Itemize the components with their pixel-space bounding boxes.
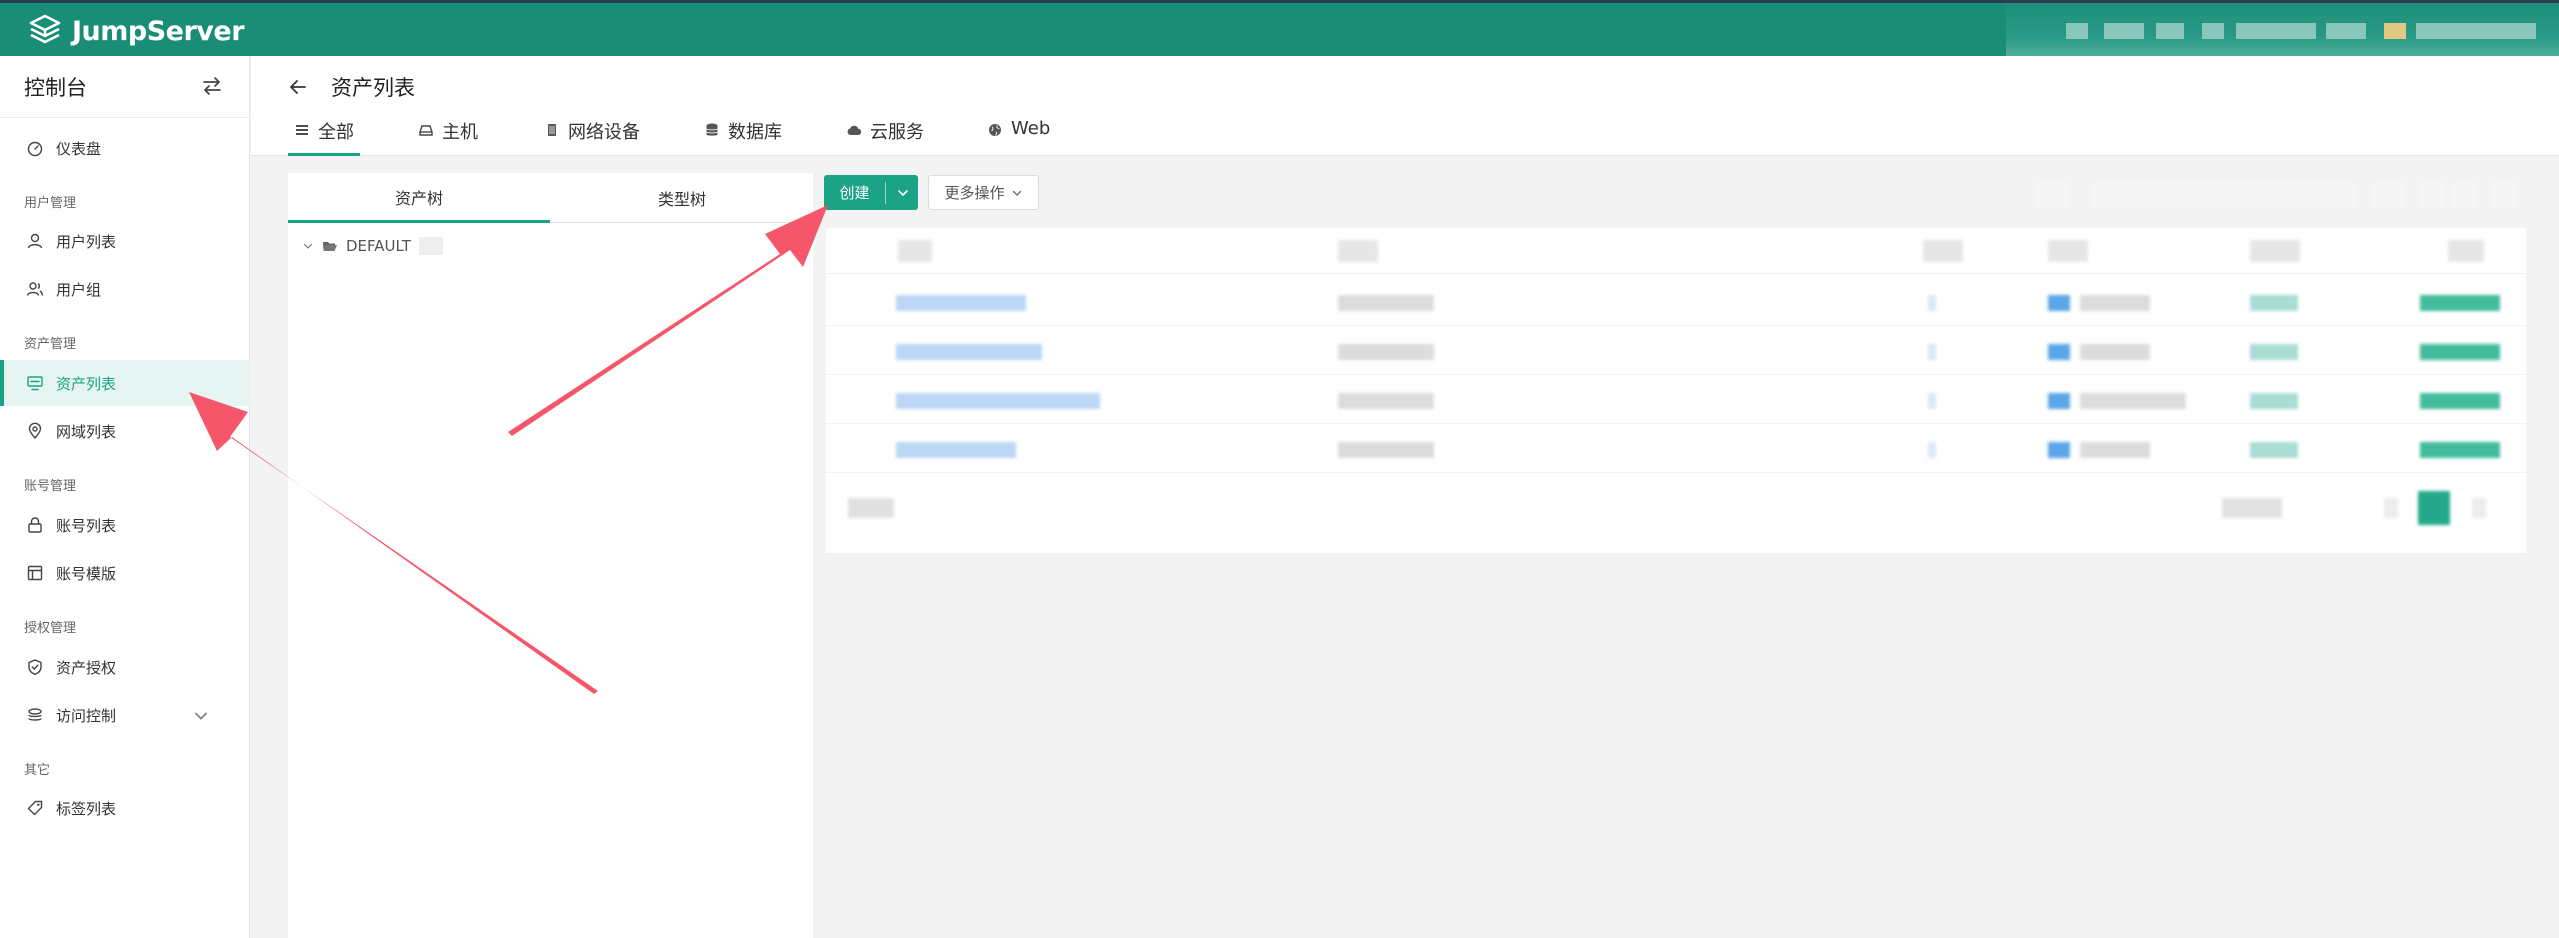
table-toolbar-blurred[interactable] [2034,175,2524,215]
sidebar-title: 控制台 [24,76,87,100]
tab-label: 全部 [318,122,354,143]
create-button-label: 创建 [824,181,886,204]
sidebar-item-label: 用户列表 [56,232,117,251]
chevron-down-icon[interactable] [896,186,910,200]
tree-node-label: DEFAULT [346,237,411,255]
nav-group-account-mgmt: 账号管理 [24,479,77,494]
sidebar-item-label: 账号模版 [56,564,117,583]
zone-icon [28,422,42,440]
access-control-icon [28,708,42,721]
sidebar-item-assets[interactable]: 资产列表 [0,360,250,406]
back-arrow-icon[interactable] [287,76,309,98]
tree-node-count-blurred [418,237,443,255]
tab-network-device[interactable]: 网络设备 [544,118,640,156]
sidebar-item-label: 资产列表 [56,374,117,393]
nav-group-permission-mgmt: 授权管理 [24,621,77,636]
switch-view-icon[interactable] [200,74,224,98]
dashboard-icon [27,141,43,157]
nav-group-other: 其它 [24,763,51,778]
sidebar-item-users[interactable]: 用户列表 [0,218,250,264]
folder-open-icon [323,242,337,251]
top-navbar: JumpServer [0,0,2559,61]
sidebar-item-access-control[interactable]: 访问控制 [0,692,250,738]
sidebar-item-zones[interactable]: 网域列表 [0,408,250,454]
list-icon [296,125,308,135]
chevron-down-icon [1012,190,1021,196]
table-header-row [826,228,2526,274]
tab-host[interactable]: 主机 [418,118,478,156]
sidebar-item-label: 访问控制 [56,706,117,725]
brand-name: JumpServer [72,15,245,47]
sidebar-item-user-groups[interactable]: 用户组 [0,266,250,312]
template-icon [27,565,43,581]
tree-tab-asset-tree[interactable]: 资产树 [288,173,550,223]
sidebar-item-label: 标签列表 [56,799,117,818]
pagination-next-blurred[interactable] [2472,498,2486,518]
asset-table-blurred [826,228,2526,553]
tree-tab-type-tree[interactable]: 类型树 [551,173,813,223]
tag-icon [27,800,43,816]
sidebar-item-asset-permissions[interactable]: 资产授权 [0,644,250,690]
sidebar: 控制台 仪表盘 用户管理 用户列表 用户组 资产管理 资产列表 网域列表 账号管… [0,56,250,938]
jumpserver-logo-icon [29,14,61,44]
database-icon [706,123,718,136]
page-header: 资产列表 全部 主机 网络设备 数据库 云服务 Web [251,56,2559,156]
nav-group-user-mgmt: 用户管理 [24,196,77,211]
tab-web[interactable]: Web [987,118,1050,156]
nav-group-asset-mgmt: 资产管理 [24,337,77,352]
table-row[interactable] [826,326,2526,375]
more-actions-label: 更多操作 [944,184,1005,202]
create-button[interactable]: 创建 [824,175,918,210]
tab-label: 主机 [442,122,478,143]
sidebar-item-account-templates[interactable]: 账号模版 [0,550,250,596]
more-actions-button[interactable]: 更多操作 [928,175,1039,210]
brand-logo[interactable]: JumpServer [28,13,245,49]
pagination-size-blurred[interactable] [2222,498,2282,518]
chevron-down-icon[interactable] [192,707,210,725]
table-row[interactable] [826,375,2526,424]
tab-label: Web [1011,118,1051,139]
tab-label: 云服务 [870,122,924,143]
user-icon [27,233,43,249]
sidebar-item-label: 账号列表 [56,516,117,535]
sidebar-header: 控制台 [0,56,250,118]
tab-label: 数据库 [728,122,782,143]
tree-node-default[interactable]: DEFAULT [302,237,443,255]
sidebar-item-label: 网域列表 [56,422,117,441]
pagination-total-blurred [848,498,894,518]
pagination-current-page-blurred[interactable] [2418,491,2450,525]
network-device-icon [548,124,556,136]
sidebar-item-accounts[interactable]: 账号列表 [0,502,250,548]
sidebar-item-label: 仪表盘 [56,139,102,158]
table-row[interactable] [826,277,2526,326]
tab-label: 网络设备 [568,122,640,143]
sidebar-item-dashboard[interactable]: 仪表盘 [0,125,250,171]
sidebar-item-label: 资产授权 [56,658,117,677]
sidebar-item-labels[interactable]: 标签列表 [0,785,250,831]
cloud-icon [847,125,862,136]
user-group-icon [26,282,44,296]
asset-list-icon [27,376,43,391]
asset-tree-panel: 资产树 类型树 DEFAULT [288,173,813,938]
page-title: 资产列表 [331,76,415,100]
host-icon [419,125,433,136]
pagination-prev-blurred[interactable] [2384,498,2398,518]
tab-cloud[interactable]: 云服务 [846,118,924,156]
lock-icon [28,517,42,533]
user-area-blurred[interactable] [2006,3,2559,61]
chevron-down-icon[interactable] [302,240,314,252]
shield-icon [28,659,42,676]
sidebar-item-label: 用户组 [56,280,102,299]
table-row[interactable] [826,424,2526,473]
tab-database[interactable]: 数据库 [704,118,782,156]
tab-all[interactable]: 全部 [288,118,360,156]
globe-icon [989,124,1001,136]
